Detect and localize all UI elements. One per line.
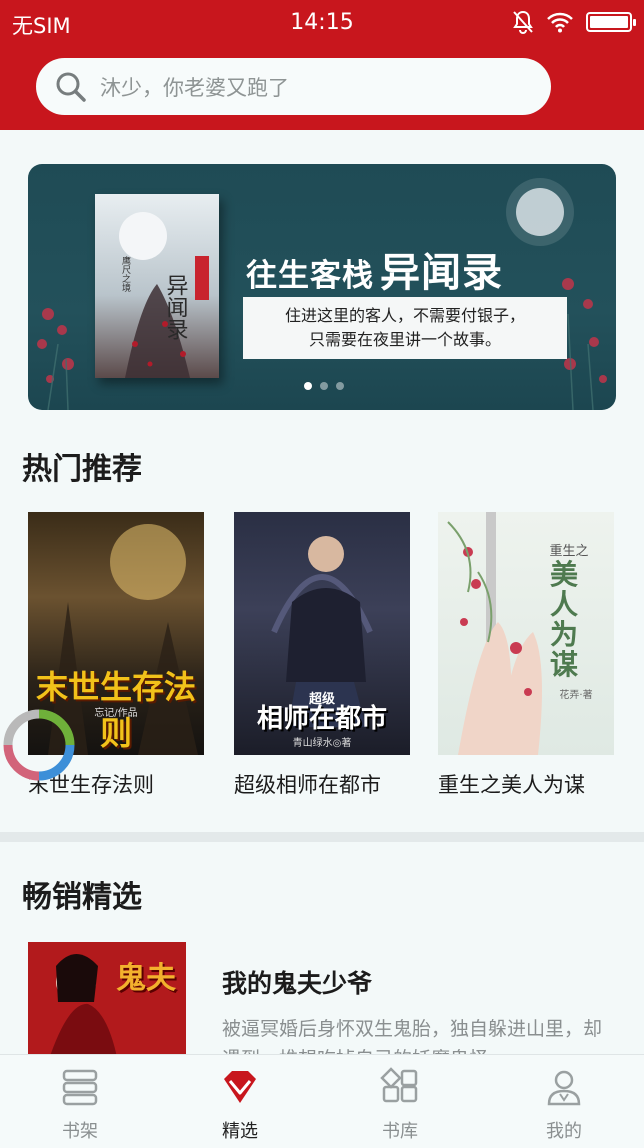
tab-library[interactable]: 书库 [320,1055,480,1148]
bestseller-section-title: 畅销精选 [22,880,142,915]
hot-section-title: 热门推荐 [22,452,142,487]
tab-featured[interactable]: 精选 [160,1055,320,1148]
profile-icon [547,1070,581,1106]
cover-author: 青山绿水◎著 [292,738,352,749]
banner-cover-title: 异闻录 [163,274,188,340]
banner-cover-author: 鹰尺之境 [120,255,131,293]
cover-title: 美人为谋 [549,558,578,681]
bestseller-book-cover[interactable]: 鬼夫 [28,942,186,1062]
carousel-dot[interactable] [320,382,328,390]
banner-tagline-1: 住进这里的客人，不需要付银子， [284,306,525,325]
bestseller-cover-title: 鬼夫 [116,961,176,996]
book-card[interactable]: 超级 相师在都市 青山绿水◎著 超级相师在都市 [234,512,412,799]
book-card[interactable]: 重生之 美人为谋 花弄·著 重生之美人为谋 [438,512,616,799]
book-title: 重生之美人为谋 [438,773,585,797]
grid-icon [380,1067,418,1103]
cover-subtitle: 重生之 [549,544,589,559]
book-title: 超级相师在都市 [234,773,381,797]
mute-icon [513,10,533,34]
cover-title: 相师在都市 [256,704,387,734]
tab-label: 精选 [222,1121,258,1142]
tab-label: 我的 [546,1121,582,1142]
book-cover: 重生之 美人为谋 花弄·著 [438,512,614,755]
banner-tagline-2: 只需要在夜里讲一个故事。 [308,330,501,349]
banner-title: 往生客栈 异闻录 [246,240,503,298]
gem-icon [224,1071,256,1103]
wifi-icon [547,12,573,33]
tab-label: 书架 [62,1121,98,1142]
carousel-dots [304,382,344,390]
status-icons [512,10,636,34]
battery-icon [586,12,636,32]
banner-carousel[interactable]: 异闻录 鹰尺之境 往生客栈 异闻录 住进这里的客人，不需要付银子， 只需要在夜里讲… [28,164,616,410]
search-icon [56,72,86,102]
cover-author: 花弄·著 [559,690,593,701]
carousel-dot[interactable] [304,382,312,390]
loading-spinner-icon [3,709,75,781]
search-box[interactable]: 沐少，你老婆又跑了 [36,58,551,115]
banner-book-cover: 异闻录 鹰尺之境 [95,194,219,378]
tab-bookshelf[interactable]: 书架 [0,1055,160,1148]
bottom-tab-bar: 书架 精选 书库 我的 [0,1054,644,1148]
tab-label: 书库 [382,1121,418,1142]
bestseller-book-title[interactable]: 我的鬼夫少爷 [222,964,372,1000]
status-bar: 无SIM 14:15 [0,0,644,46]
bookshelf-icon [62,1069,98,1106]
section-divider [0,832,644,842]
banner-title-small: 往生客栈 [246,258,374,294]
banner-tagline: 住进这里的客人，不需要付银子， 只需要在夜里讲一个故事。 [243,297,567,359]
tab-profile[interactable]: 我的 [484,1055,644,1148]
header-bar: 无SIM 14:15 沐少，你老婆又跑了 [0,0,644,130]
search-placeholder: 沐少，你老婆又跑了 [100,75,289,100]
carousel-dot[interactable] [336,382,344,390]
banner-title-big: 异闻录 [380,249,503,296]
book-cover: 超级 相师在都市 青山绿水◎著 [234,512,410,755]
